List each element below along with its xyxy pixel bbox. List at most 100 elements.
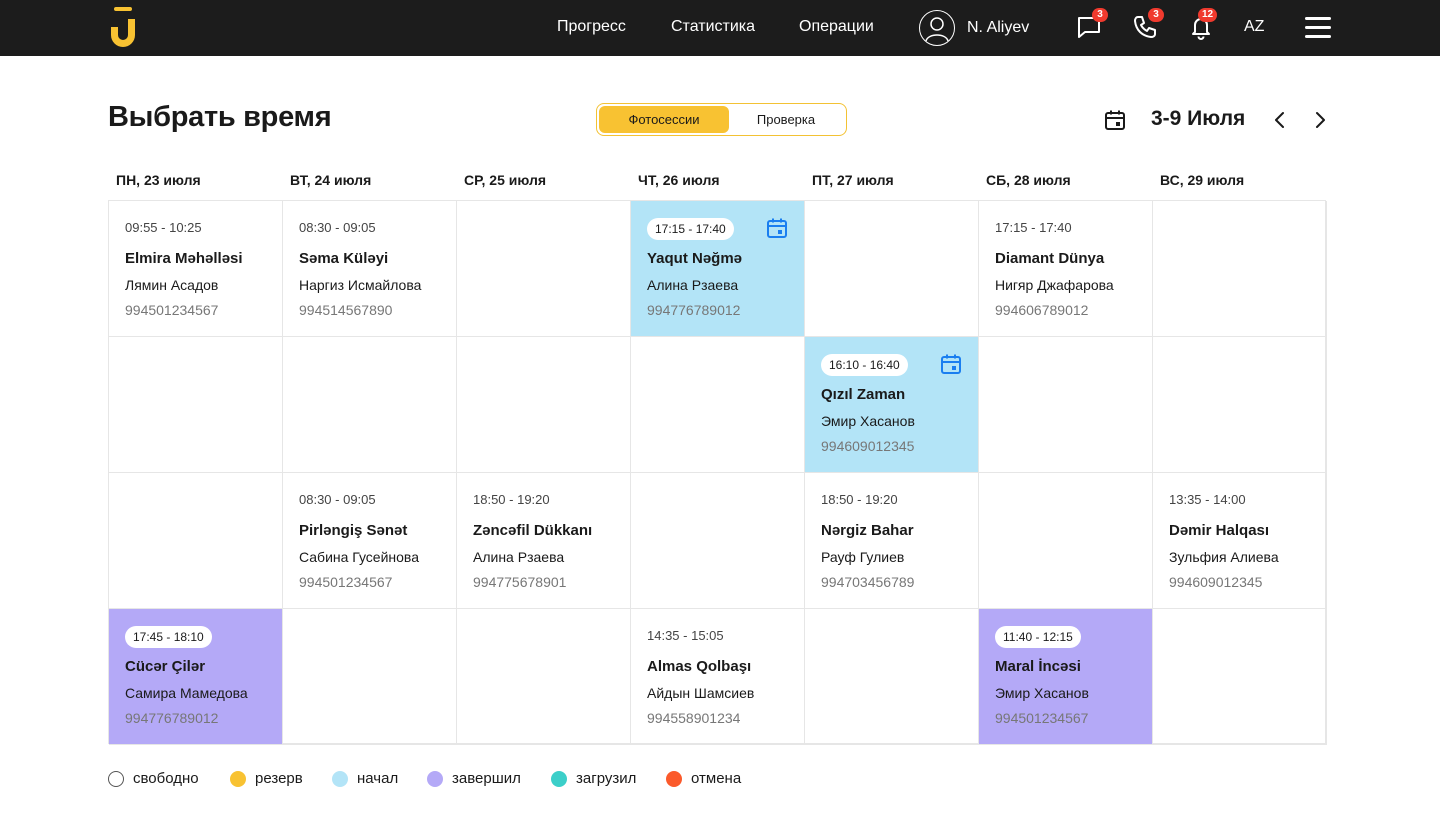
slot-phone: 994501234567: [125, 302, 219, 318]
bell-icon[interactable]: 12: [1188, 8, 1218, 42]
booking-slot[interactable]: 18:50 - 19:20 Zəncəfil Dükkanı Алина Рзаев…: [457, 473, 631, 609]
empty-slot[interactable]: [805, 609, 979, 745]
legend-label: завершил: [452, 770, 521, 787]
slot-person: Алина Рзаева: [473, 549, 565, 565]
calendar-icon[interactable]: [1103, 108, 1127, 132]
empty-slot[interactable]: [979, 473, 1153, 609]
slot-phone: 994558901234: [647, 710, 741, 726]
slot-person: Самира Мамедова: [125, 685, 248, 701]
booking-slot[interactable]: 09:55 - 10:25 Elmira Məhəlləsi Лямин Асадо…: [109, 201, 283, 337]
empty-slot[interactable]: [1153, 337, 1327, 473]
legend-item: начал: [332, 770, 398, 787]
slot-phone: 994514567890: [299, 302, 393, 318]
slot-time: 18:50 - 19:20: [473, 492, 550, 507]
slot-place: Yaqut Nəğmə: [647, 250, 743, 267]
nav-link-statistics[interactable]: Статистика: [671, 18, 755, 36]
legend-label: свободно: [133, 770, 199, 787]
empty-slot[interactable]: [109, 337, 283, 473]
slot-phone: 994775678901: [473, 574, 567, 590]
booking-slot[interactable]: 17:15 - 17:40 Diamant Dünya Нигяр Джафаров…: [979, 201, 1153, 337]
slot-phone: 994606789012: [995, 302, 1089, 318]
empty-slot[interactable]: [283, 609, 457, 745]
notifications-badge: 12: [1198, 8, 1218, 22]
phone-icon[interactable]: 3: [1132, 8, 1164, 42]
day-header: ПТ, 27 июля: [812, 172, 894, 188]
slot-person: Эмир Хасанов: [821, 413, 915, 429]
language-switch[interactable]: AZ: [1244, 18, 1264, 36]
empty-slot[interactable]: [109, 473, 283, 609]
chevron-right-icon[interactable]: [1310, 110, 1330, 130]
legend-item: свободно: [108, 770, 199, 787]
empty-slot[interactable]: [457, 201, 631, 337]
calendar-icon[interactable]: [940, 353, 962, 375]
user-menu[interactable]: N. Aliyev: [919, 10, 1029, 46]
user-name: N. Aliyev: [967, 19, 1030, 36]
day-header: ВТ, 24 июля: [290, 172, 372, 188]
booking-slot[interactable]: 08:30 - 09:05 Pirləngiş Sənət Сабина Гусей…: [283, 473, 457, 609]
slot-time: 18:50 - 19:20: [821, 492, 898, 507]
empty-slot[interactable]: [457, 609, 631, 745]
page-title: Выбрать время: [108, 101, 332, 133]
empty-slot[interactable]: [979, 337, 1153, 473]
booking-slot[interactable]: 17:15 - 17:40 Yaqut Nəğmə Алина Рзаева 9947…: [631, 201, 805, 337]
day-header: СБ, 28 июля: [986, 172, 1071, 188]
booking-slot[interactable]: 17:45 - 18:10 Cücər Çilər Самира Мамедова 9…: [109, 609, 283, 745]
messages-badge: 3: [1092, 8, 1108, 22]
slot-person: Айдын Шамсиев: [647, 685, 755, 701]
legend-dot-icon: [427, 770, 443, 787]
day-header: ВС, 29 июля: [1160, 172, 1245, 188]
day-header: ЧТ, 26 июля: [638, 172, 720, 188]
legend-item: резерв: [230, 770, 303, 787]
empty-slot[interactable]: [457, 337, 631, 473]
legend-label: загрузил: [576, 770, 637, 787]
slot-place: Pirləngiş Sənət: [299, 522, 408, 539]
booking-slot[interactable]: 18:50 - 19:20 Nərgiz Bahar Рауф Гулиев 9947…: [805, 473, 979, 609]
legend-dot-icon: [108, 770, 124, 787]
legend-item: загрузил: [551, 770, 636, 787]
booking-slot[interactable]: 16:10 - 16:40 Qızıl Zaman Эмир Хасанов 9946…: [805, 337, 979, 473]
empty-slot[interactable]: [805, 201, 979, 337]
slot-time: 16:10 - 16:40: [821, 354, 908, 376]
slot-place: Qızıl Zaman: [821, 386, 906, 403]
slot-phone: 994609012345: [821, 438, 915, 454]
booking-slot[interactable]: 11:40 - 12:15 Maral İncəsi Эмир Хасанов 994…: [979, 609, 1153, 745]
slot-place: Elmira Məhəlləsi: [125, 250, 243, 267]
booking-slot[interactable]: 13:35 - 14:00 Dəmir Halqası Зульфия Алиева…: [1153, 473, 1327, 609]
booking-slot[interactable]: 14:35 - 15:05 Almas Qolbaşı Айдын Шамсиев 9…: [631, 609, 805, 745]
nav-link-operations[interactable]: Операции: [799, 18, 874, 36]
slot-place: Zəncəfil Dükkanı: [473, 522, 593, 539]
brand-logo[interactable]: [106, 7, 140, 49]
nav-link-progress[interactable]: Прогресс: [557, 18, 626, 36]
slot-person: Сабина Гусейнова: [299, 549, 419, 565]
legend-item: завершил: [427, 770, 521, 787]
empty-slot[interactable]: [631, 473, 805, 609]
slot-person: Эмир Хасанов: [995, 685, 1089, 701]
chevron-left-icon[interactable]: [1270, 110, 1290, 130]
calendar-icon[interactable]: [766, 217, 788, 239]
slot-time: 17:45 - 18:10: [125, 626, 212, 648]
day-header: ПН, 23 июля: [116, 172, 201, 188]
slot-person: Рауф Гулиев: [821, 549, 905, 565]
tab-check[interactable]: Проверка: [729, 106, 843, 133]
empty-slot[interactable]: [1153, 609, 1327, 745]
slot-phone: 994703456789: [821, 574, 915, 590]
slot-time: 08:30 - 09:05: [299, 492, 376, 507]
slot-person: Наргиз Исмайлова: [299, 277, 422, 293]
schedule-grid: 09:55 - 10:25 Elmira Məhəlləsi Лямин Асадо…: [108, 200, 1327, 745]
empty-slot[interactable]: [1153, 201, 1327, 337]
user-avatar-icon: [919, 10, 955, 46]
empty-slot[interactable]: [631, 337, 805, 473]
slot-phone: 994501234567: [995, 710, 1089, 726]
top-navigation-bar: Прогресс Статистика Операции N. Aliyev 3…: [0, 0, 1440, 56]
slot-phone: 994776789012: [647, 302, 741, 318]
slot-person: Зульфия Алиева: [1169, 549, 1279, 565]
empty-slot[interactable]: [283, 337, 457, 473]
calls-badge: 3: [1148, 8, 1164, 22]
tab-photosessions[interactable]: Фотосессии: [599, 106, 729, 133]
chat-icon[interactable]: 3: [1076, 8, 1108, 42]
slot-time: 17:15 - 17:40: [995, 220, 1072, 235]
booking-slot[interactable]: 08:30 - 09:05 Səma Küləyi Наргиз Исмайлова…: [283, 201, 457, 337]
session-type-toggle: Фотосессии Проверка: [596, 103, 847, 136]
hamburger-menu-icon[interactable]: [1305, 17, 1331, 39]
legend-dot-icon: [230, 770, 246, 787]
